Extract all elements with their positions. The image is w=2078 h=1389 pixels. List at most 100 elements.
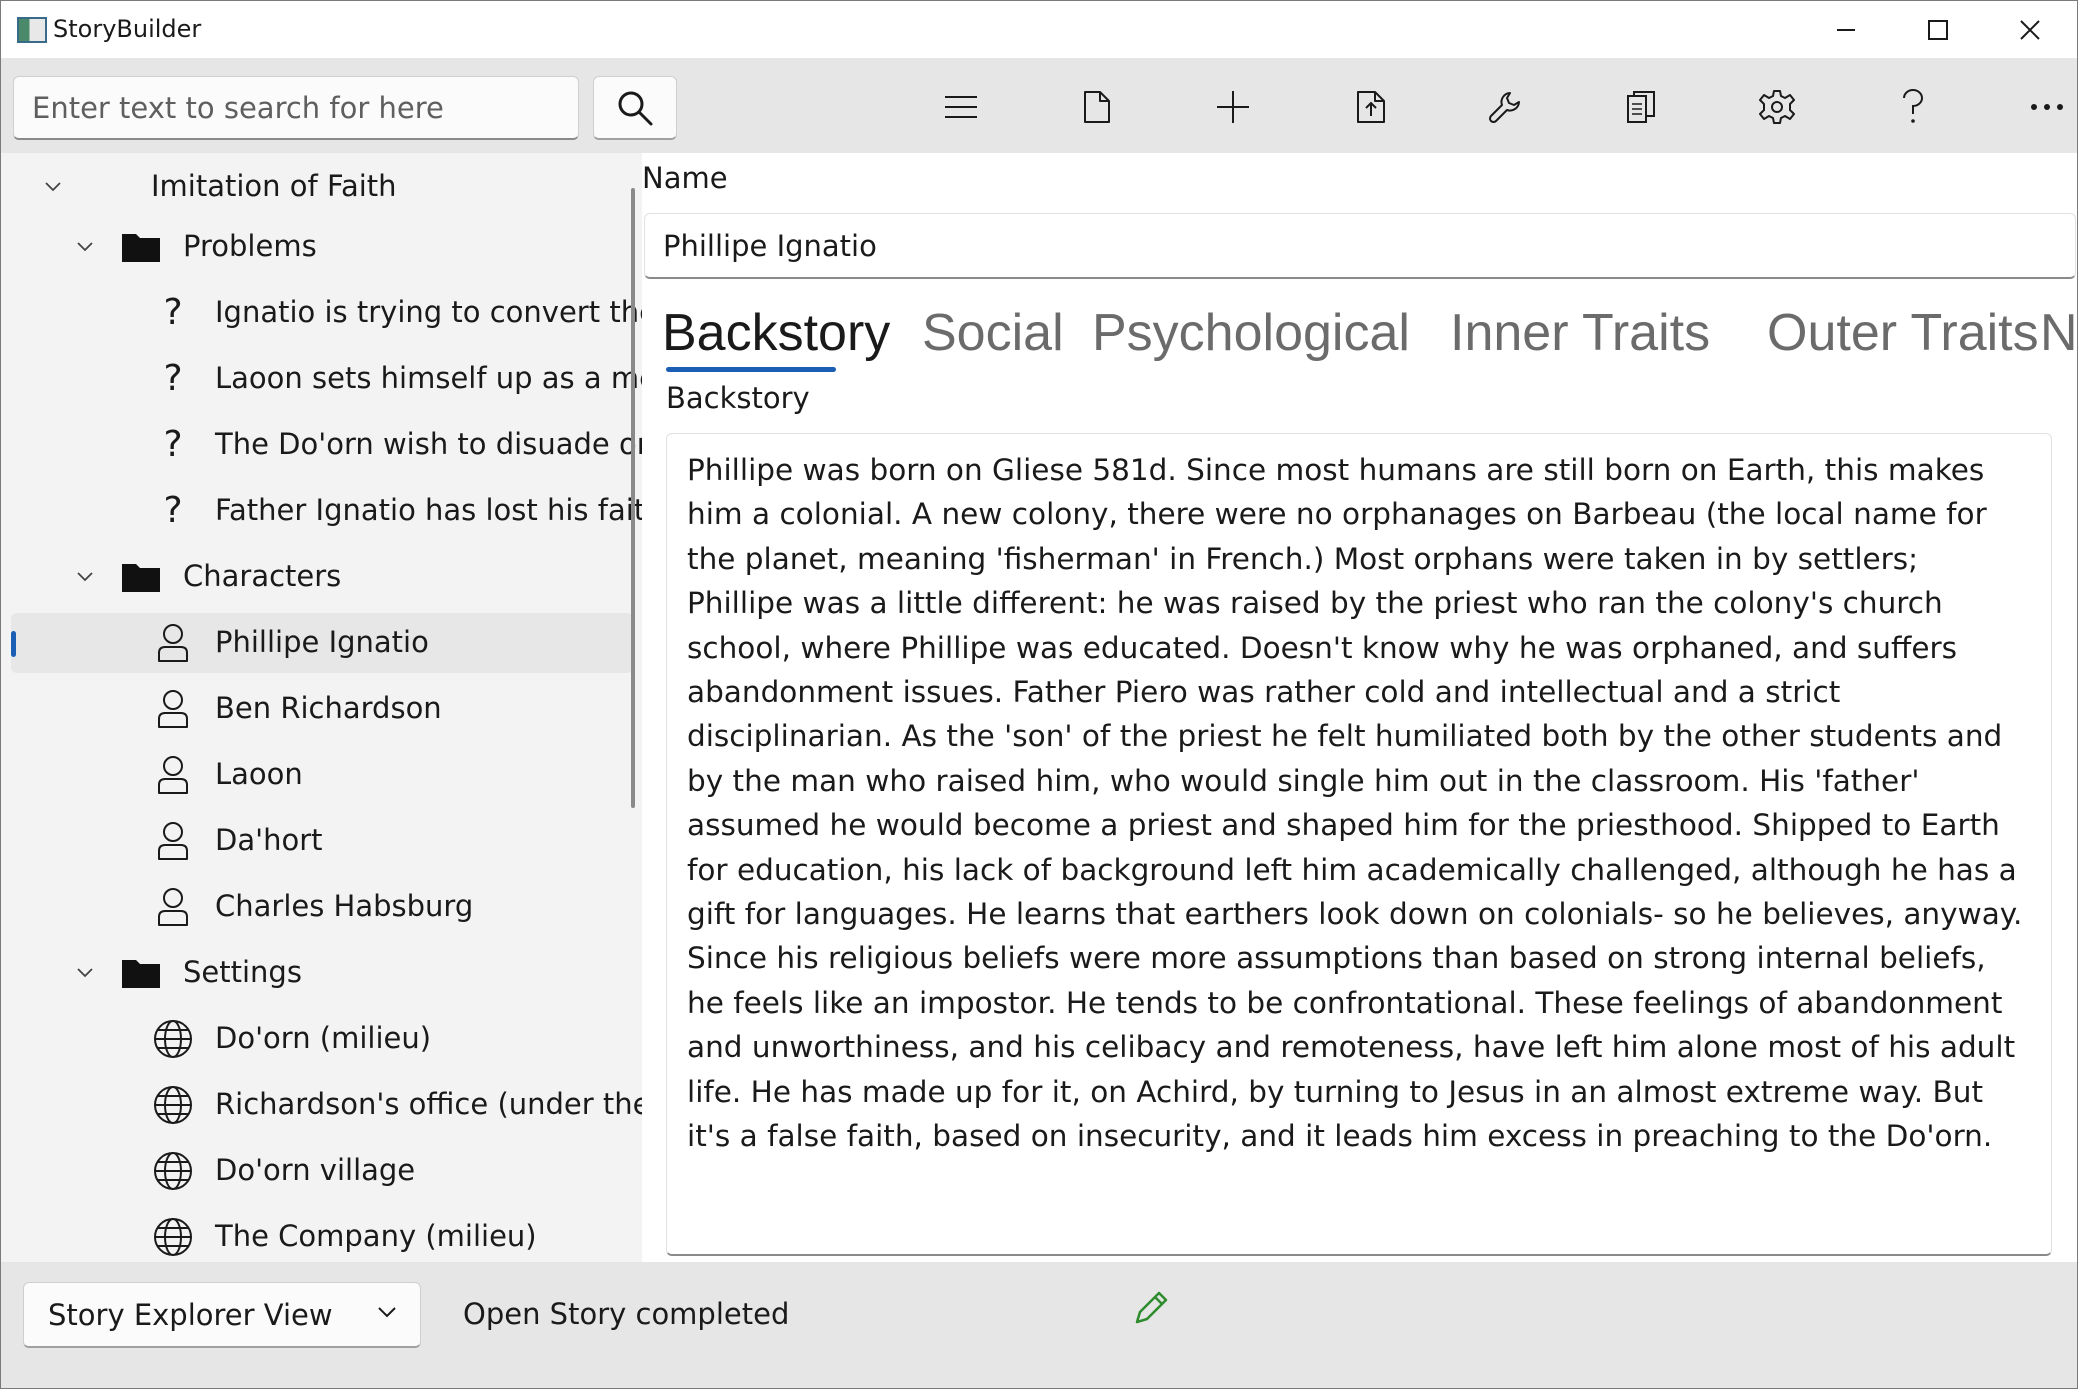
globe-icon (151, 1151, 195, 1191)
more-options-icon (2031, 104, 2063, 110)
tools-button[interactable] (1465, 74, 1545, 140)
tree-item-setting[interactable]: The Company (milieu) (11, 1207, 633, 1262)
tab-notes[interactable]: No (2040, 295, 2076, 371)
view-selector-dropdown[interactable]: Story Explorer View (23, 1282, 421, 1348)
name-label: Name (642, 161, 728, 195)
menu-button[interactable] (921, 74, 1001, 140)
folder-icon (119, 953, 163, 993)
name-field[interactable] (644, 213, 2076, 279)
tab-social[interactable]: Social (922, 295, 1064, 371)
person-icon (151, 689, 195, 729)
story-explorer-tree: Imitation of Faith Problems ? Ignatio is… (0, 153, 642, 1262)
globe-icon (151, 1019, 195, 1059)
tree-folder-characters[interactable]: Characters (11, 547, 633, 607)
help-button[interactable] (1873, 74, 1953, 140)
tree-folder-problems[interactable]: Problems (11, 217, 633, 277)
add-icon (1217, 91, 1249, 123)
tree-item-setting[interactable]: Do'orn (milieu) (11, 1009, 633, 1069)
tree-item-character[interactable]: Da'hort (11, 811, 633, 871)
tab-strip: Backstory Social Psychological Inner Tra… (662, 295, 2076, 375)
tree-item-problem[interactable]: ? Father Ignatio has lost his faith (11, 481, 642, 541)
move-element-icon (1357, 91, 1385, 123)
tree-item-problem[interactable]: ? The Do'orn wish to disuade or (11, 415, 642, 475)
tree-item-problem[interactable]: ? Ignatio is trying to convert the (11, 283, 642, 343)
tree-item-label: Richardson's office (under the d (215, 1087, 642, 1121)
tab-outer-traits[interactable]: Outer Traits (1767, 295, 2039, 371)
maximize-button[interactable] (1892, 1, 1984, 59)
active-tab-indicator (666, 367, 836, 372)
person-icon (151, 821, 195, 861)
globe-icon (151, 1085, 195, 1125)
app-icon (17, 17, 47, 43)
search-icon (618, 91, 653, 125)
person-icon (151, 887, 195, 927)
tree-item-label: Do'orn village (215, 1153, 416, 1187)
tree-item-setting[interactable]: Richardson's office (under the d (11, 1075, 642, 1135)
person-icon (151, 755, 195, 795)
question-mark-icon: ? (163, 424, 183, 465)
tab-backstory[interactable]: Backstory (662, 295, 890, 371)
tree-item-label: Ignatio is trying to convert the (215, 295, 642, 329)
search-button[interactable] (593, 76, 677, 140)
tree-item-label: The Company (milieu) (215, 1219, 537, 1253)
tree-item-character[interactable]: Charles Habsburg (11, 877, 633, 937)
tree-root[interactable]: Imitation of Faith (11, 157, 633, 217)
hamburger-menu-icon (945, 96, 977, 118)
tab-inner-traits[interactable]: Inner Traits (1450, 295, 1710, 371)
toolbar (0, 58, 2078, 153)
tree-item-label: Phillipe Ignatio (215, 625, 429, 659)
help-icon (1903, 89, 1923, 123)
more-options-button[interactable] (2007, 74, 2078, 140)
chevron-down-icon[interactable] (73, 961, 97, 985)
character-detail-pane: Name Backstory Social Psychological Inne… (642, 153, 2078, 1262)
chevron-down-icon[interactable] (73, 235, 97, 259)
question-mark-icon: ? (163, 358, 183, 399)
wrench-tools-icon (1488, 92, 1520, 124)
add-button[interactable] (1193, 74, 1273, 140)
gear-settings-icon (1759, 90, 1795, 124)
tree-item-label: Charles Habsburg (215, 889, 474, 923)
tree-folder-settings[interactable]: Settings (11, 943, 633, 1003)
tree-item-problem[interactable]: ? Laoon sets himself up as a mes (11, 349, 642, 409)
tree-item-label: Da'hort (215, 823, 323, 857)
copy-reports-icon (1627, 91, 1655, 123)
minimize-button[interactable] (1800, 1, 1892, 59)
backstory-label: Backstory (666, 381, 810, 415)
chevron-down-icon[interactable] (41, 175, 65, 199)
folder-icon (119, 227, 163, 267)
chevron-down-icon (378, 1307, 396, 1318)
maximize-icon (1928, 20, 1948, 40)
close-button[interactable] (1984, 1, 2076, 59)
minimize-icon (1837, 29, 1855, 31)
tab-psychological[interactable]: Psychological (1092, 295, 1410, 371)
settings-button[interactable] (1737, 74, 1817, 140)
question-mark-icon: ? (163, 292, 183, 333)
tree-root-label: Imitation of Faith (151, 169, 397, 203)
backstory-textarea[interactable]: Phillipe was born on Gliese 581d. Since … (666, 433, 2052, 1256)
question-mark-icon: ? (163, 490, 183, 531)
status-message: Open Story completed (463, 1297, 790, 1331)
chevron-down-icon[interactable] (73, 565, 97, 589)
move-element-button[interactable] (1331, 74, 1411, 140)
tree-scrollbar[interactable] (631, 188, 635, 808)
tree-item-setting[interactable]: Do'orn village (11, 1141, 633, 1201)
tree-item-label: Characters (183, 559, 342, 593)
tree-item-character-selected[interactable]: Phillipe Ignatio (11, 613, 633, 673)
window-title: StoryBuilder (53, 15, 202, 43)
title-bar: StoryBuilder (0, 0, 2078, 58)
new-file-button[interactable] (1057, 74, 1137, 140)
tree-item-label: Laoon sets himself up as a mes (215, 361, 642, 395)
tree-item-character[interactable]: Ben Richardson (11, 679, 633, 739)
reports-button[interactable] (1601, 74, 1681, 140)
tree-item-label: The Do'orn wish to disuade or (215, 427, 642, 461)
search-input[interactable] (13, 76, 579, 140)
tree-item-label: Do'orn (milieu) (215, 1021, 432, 1055)
tree-item-label: Father Ignatio has lost his faith (215, 493, 642, 527)
pencil-edit-icon (1135, 1291, 1168, 1324)
tree-item-label: Laoon (215, 757, 303, 791)
folder-icon (119, 557, 163, 597)
tree-item-label: Ben Richardson (215, 691, 442, 725)
tree-item-label: Settings (183, 955, 302, 989)
selection-indicator (11, 631, 16, 657)
tree-item-character[interactable]: Laoon (11, 745, 633, 805)
